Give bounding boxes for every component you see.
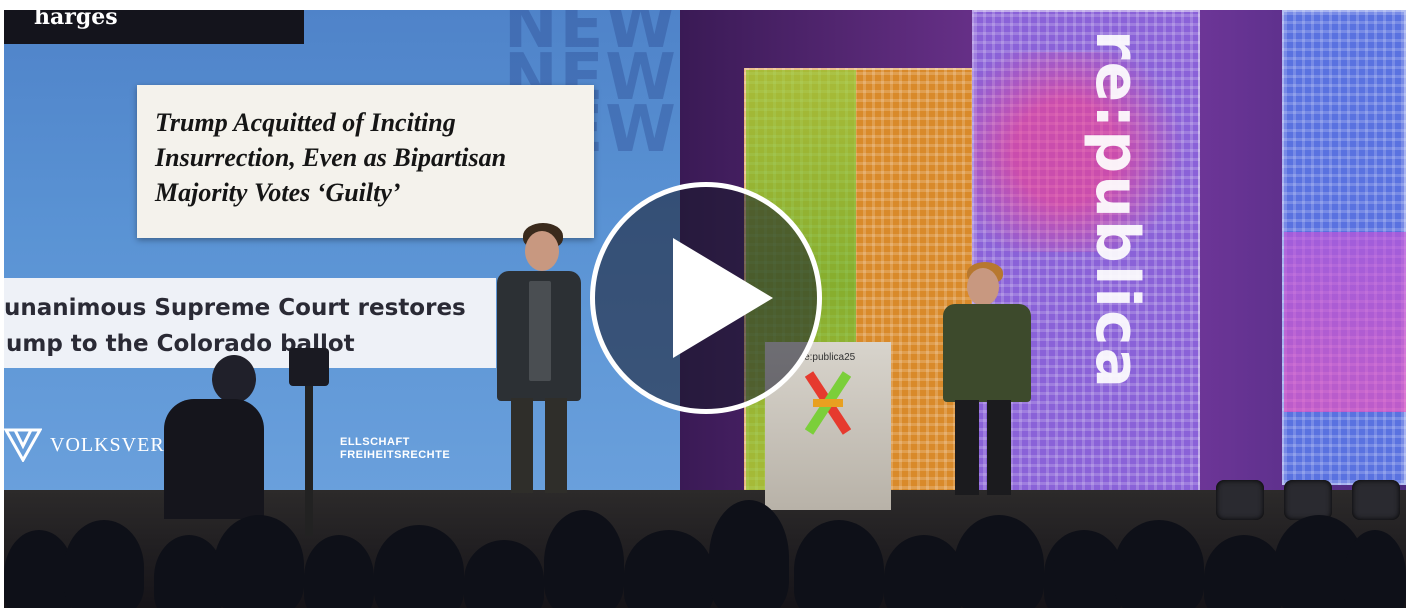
slide-headline: Trump Acquitted of Inciting Insurrection…: [137, 85, 594, 238]
speaker-left: [489, 223, 609, 503]
speaker-right: [937, 262, 1037, 502]
play-button[interactable]: [590, 182, 822, 414]
light-tower: [1282, 10, 1406, 485]
slide-top-bar: harges: [4, 10, 304, 44]
sponsor-one: VOLKSVERPF: [4, 428, 189, 462]
shield-logo-icon: [4, 428, 42, 462]
video-player[interactable]: NEW NEW NEW harges Trump Acquitted of In…: [4, 10, 1406, 608]
sponsor-two: ELLSCHAFT FREIHEITSRECHTE: [340, 436, 451, 461]
brand-lettering: re:publica: [1082, 29, 1153, 391]
play-icon: [673, 238, 773, 358]
audience: [4, 490, 1406, 608]
event-logo-icon: [805, 371, 851, 435]
